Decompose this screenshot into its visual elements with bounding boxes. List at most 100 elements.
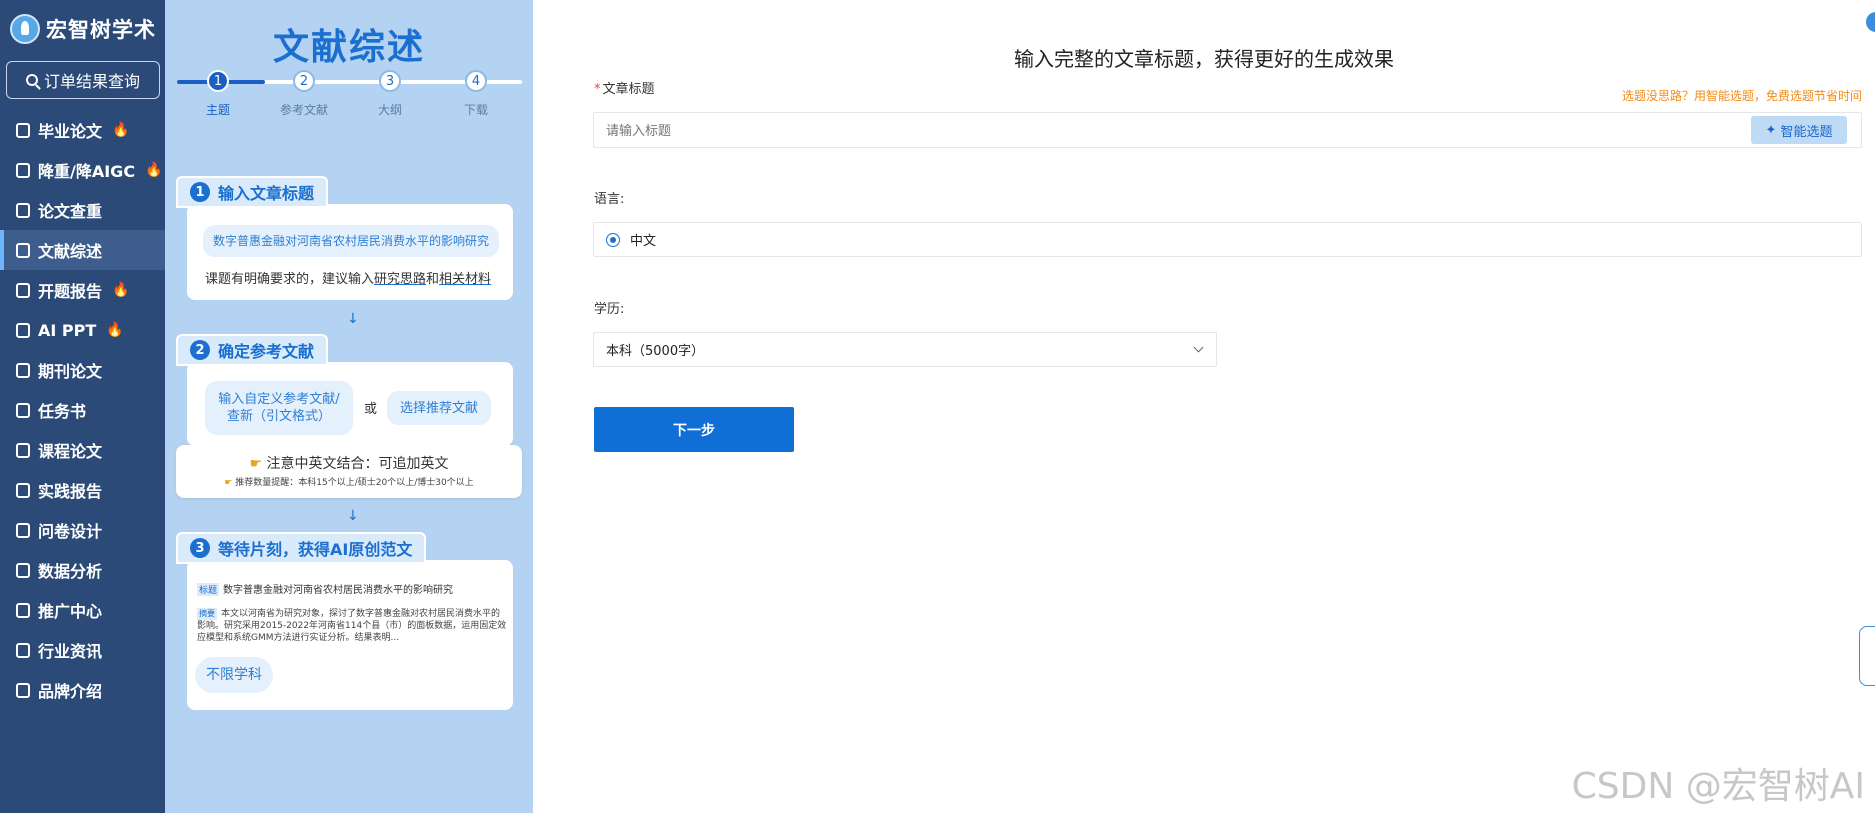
tip-sub-text: 推荐数量提醒：本科15个以上/硕士20个以上/博士30个以上 [235, 478, 474, 488]
sample-abstract: 摘要 本文以河南省为研究对象，探讨了数字普惠金融对农村居民消费水平的影响。研究采用… [197, 608, 507, 644]
sample-abstract-text: 本文以河南省为研究对象，探讨了数字普惠金融对农村居民消费水平的影响。研究采用20… [197, 609, 507, 643]
sidebar-item-2[interactable]: 论文查重 [0, 190, 165, 230]
title-label-text: 文章标题 [602, 82, 655, 97]
section2-title: 确定参考文献 [218, 342, 315, 361]
sidebar-item-4[interactable]: 开题报告 🔥 [0, 270, 165, 310]
section3-title: 等待片刻，获得AI原创范文 [218, 540, 413, 559]
side-contact-tab[interactable] [1859, 626, 1875, 686]
search-icon [25, 74, 38, 86]
practice-icon [16, 482, 30, 498]
section2-tag: 2 确定参考文献 [176, 334, 329, 366]
tip-main-text: 注意中英文结合：可追加英文 [266, 456, 449, 472]
sidebar-item-8[interactable]: 课程论文 [0, 430, 165, 470]
custom-reference-pill: 输入自定义参考文献/查新（引文格式） [205, 381, 353, 435]
section3-tag: 3 等待片刻，获得AI原创范文 [176, 532, 427, 564]
sidebar-item-7[interactable]: 任务书 [0, 390, 165, 430]
registered-icon [16, 682, 30, 698]
sidebar: 宏智树学术 订单结果查询 毕业论文 🔥 降重/降AIGC 🔥 论文查重 文献综述 开题报告 🔥… [0, 0, 165, 813]
order-query-label: 订单结果查询 [43, 72, 140, 91]
sidebar-item-9[interactable]: 实践报告 [0, 470, 165, 510]
step-label-1: 主题 [205, 103, 230, 117]
news-icon [16, 642, 30, 658]
guide-panel: 文献综述 1 2 3 4 主题 参考文献 大纲 下载 1 输入文章标题 数字普惠… [165, 0, 533, 813]
sidebar-item-label: 任务书 [38, 402, 87, 421]
watermark: CSDN @宏智树AI [1571, 766, 1865, 807]
education-select[interactable]: 本科（5000字） [593, 332, 1217, 367]
sidebar-item-10[interactable]: 问卷设计 [0, 510, 165, 550]
title-input[interactable] [593, 112, 1862, 148]
app-root: 宏智树学术 订单结果查询 毕业论文 🔥 降重/降AIGC 🔥 论文查重 文献综述 开题报告 🔥… [0, 0, 1875, 813]
sidebar-item-6[interactable]: 期刊论文 [0, 350, 165, 390]
course-icon [16, 442, 30, 458]
education-value: 本科（5000字） [606, 344, 705, 359]
section1-note-link2: 相关材料 [439, 272, 492, 287]
step-label-3: 大纲 [377, 103, 402, 117]
chart-icon [16, 562, 30, 578]
section1-note: 课题有明确要求的，建议输入研究思路和相关材料 [205, 268, 491, 287]
sidebar-item-12[interactable]: 推广中心 [0, 590, 165, 630]
language-option-label[interactable]: 中文 [630, 230, 656, 249]
or-text: 或 [364, 402, 378, 417]
subject-badge: 不限学科 [195, 657, 273, 693]
sidebar-item-label: 品牌介绍 [38, 682, 103, 701]
tree-logo-icon [10, 14, 40, 44]
arrow-down-icon: ↓ [347, 311, 359, 327]
sample-title: 数字普惠金融对河南省农村居民消费水平的影响研究 [223, 585, 454, 596]
sample-title-row: 标题 数字普惠金融对河南省农村居民消费水平的影响研究 [197, 581, 507, 596]
ppt-icon [16, 322, 30, 338]
section1-note-mid: 和 [426, 272, 440, 287]
section3-number: 3 [190, 538, 210, 558]
fire-icon: 🔥 [112, 282, 130, 298]
sidebar-item-0[interactable]: 毕业论文 🔥 [0, 110, 165, 150]
journal-icon [16, 362, 30, 378]
section1-note-link1: 研究思路 [374, 272, 427, 287]
brand-logo[interactable]: 宏智树学术 [10, 12, 156, 46]
required-mark: * [594, 82, 601, 97]
order-query-button[interactable]: 订单结果查询 [6, 61, 160, 99]
section1-note-prefix: 课题有明确要求的，建议输入 [205, 272, 375, 287]
brand-name: 宏智树学术 [46, 18, 156, 42]
tip-main: ☛ 注意中英文结合：可追加英文 [176, 453, 522, 473]
sidebar-item-11[interactable]: 数据分析 [0, 550, 165, 590]
sidebar-item-label: 文献综述 [38, 242, 103, 261]
pointing-hand-small-icon: ☛ [224, 478, 236, 488]
section1-example-pill: 数字普惠金融对河南省农村居民消费水平的影响研究 [203, 225, 499, 257]
section1-tag: 1 输入文章标题 [176, 176, 329, 208]
fire-icon: 🔥 [106, 322, 124, 338]
next-step-button[interactable]: 下一步 [594, 407, 794, 452]
sidebar-item-3[interactable]: 文献综述 [0, 230, 165, 270]
sidebar-item-label: 问卷设计 [38, 522, 103, 541]
fire-icon: 🔥 [145, 162, 163, 178]
title-label: * 文章标题 [594, 78, 655, 97]
recommend-reference-pill: 选择推荐文献 [387, 391, 491, 425]
title-tag: 标题 [197, 583, 220, 596]
smart-topic-button[interactable]: ✦ 智能选题 [1751, 116, 1847, 144]
sidebar-item-label: AI PPT [38, 320, 97, 340]
document-check-icon [16, 202, 30, 218]
bus-icon [16, 162, 30, 178]
tip-sub: ☛ 推荐数量提醒：本科15个以上/硕士20个以上/博士30个以上 [176, 475, 522, 488]
language-radio-chinese[interactable] [606, 232, 620, 247]
pointing-hand-icon: ☛ [249, 456, 267, 472]
arrow-down-icon-2: ↓ [347, 508, 359, 524]
survey-icon [16, 522, 30, 538]
section2-number: 2 [190, 340, 210, 360]
sidebar-item-label: 毕业论文 [38, 122, 103, 141]
sidebar-item-label: 期刊论文 [38, 362, 103, 381]
sidebar-nav: 毕业论文 🔥 降重/降AIGC 🔥 论文查重 文献综述 开题报告 🔥 AI PPT 🔥 期刊论文 任务… [0, 110, 165, 710]
sidebar-item-label: 行业资讯 [38, 642, 103, 661]
education-label: 学历: [594, 302, 625, 317]
smart-topic-hint[interactable]: 选题没思路？用智能选题，免费选题节省时间 [1622, 87, 1862, 104]
reference-tip-box: ☛ 注意中英文结合：可追加英文 ☛ 推荐数量提醒：本科15个以上/硕士20个以上… [176, 445, 522, 498]
sidebar-item-14[interactable]: 品牌介绍 [0, 670, 165, 710]
fire-icon: 🔥 [112, 122, 130, 138]
floating-help-icon[interactable] [1866, 12, 1875, 32]
sidebar-item-13[interactable]: 行业资讯 [0, 630, 165, 670]
sparkle-icon: ✦ [1765, 122, 1777, 138]
report-icon [16, 282, 30, 298]
sidebar-item-5[interactable]: AI PPT 🔥 [0, 310, 165, 350]
step-label-2: 参考文献 [279, 103, 328, 117]
step-label-4: 下载 [463, 103, 488, 117]
sidebar-item-1[interactable]: 降重/降AIGC 🔥 [0, 150, 165, 190]
sidebar-item-label: 论文查重 [38, 202, 103, 221]
